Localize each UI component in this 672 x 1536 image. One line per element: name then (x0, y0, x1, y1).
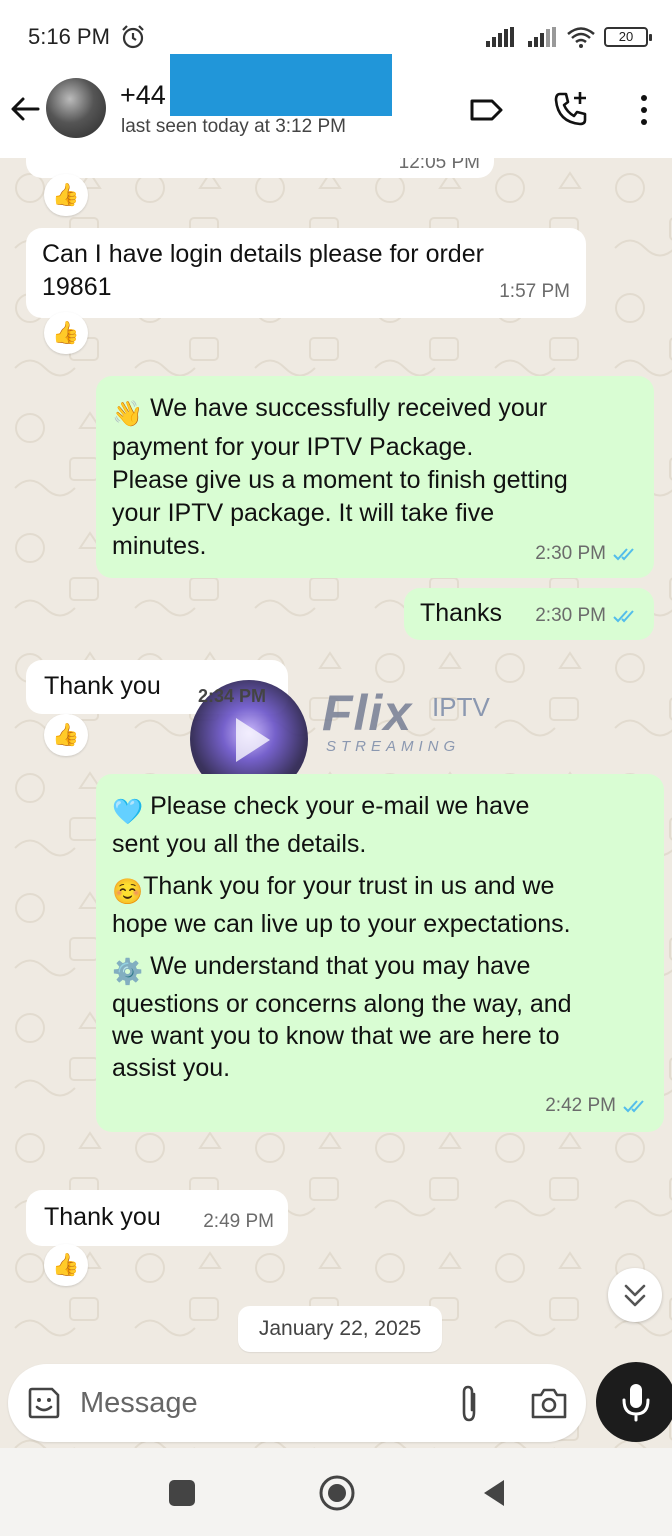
home-button[interactable] (318, 1474, 356, 1512)
chat-header: +44 last seen today at 3:12 PM (0, 54, 672, 158)
smiling-face-emoji: ☺️ (112, 878, 144, 906)
watermark-brand: Flix (322, 685, 413, 741)
chat-area[interactable]: 12:05 PM 👍 Can I have login details plea… (0, 158, 672, 1448)
message-time: 2:34 PM (198, 686, 267, 706)
scroll-to-bottom-button[interactable] (608, 1268, 662, 1322)
message-text: Please check your e-mail we have (150, 792, 530, 820)
message-time: 2:42 PM (545, 1095, 616, 1116)
message-text: 19861 (42, 273, 112, 301)
waving-hand-emoji: 👋 (112, 400, 144, 428)
system-navigation-bar (0, 1448, 672, 1536)
recents-button[interactable] (169, 1480, 195, 1506)
read-ticks-icon (623, 1100, 644, 1113)
back-arrow-icon[interactable] (8, 92, 42, 126)
message-time: 2:30 PM (535, 543, 606, 564)
message-text: we want you to know that we are here to (112, 1022, 560, 1050)
more-vert-icon[interactable] (634, 92, 654, 128)
date-separator: January 22, 2025 (238, 1306, 442, 1352)
message-text: Please give us a moment to finish gettin… (112, 466, 568, 494)
message-bubble-outgoing[interactable]: 🩵 Please check your e-mail we have sent … (96, 774, 664, 1132)
mic-icon (622, 1384, 650, 1422)
add-call-icon[interactable] (552, 90, 590, 128)
avatar[interactable] (46, 78, 106, 138)
message-text: Thank you (44, 1203, 161, 1231)
attach-icon[interactable] (452, 1382, 486, 1424)
message-text: payment for your IPTV Package. (112, 433, 474, 461)
message-text: Thank you (44, 672, 161, 700)
message-bubble-outgoing[interactable]: Thanks 2:30 PM (404, 588, 654, 640)
message-text: your IPTV package. It will take five (112, 499, 495, 527)
watermark-suffix: IPTV (432, 692, 490, 722)
status-time: 5:16 PM (28, 24, 110, 49)
battery-indicator: 20 (604, 27, 652, 47)
message-bubble-incoming[interactable]: 12:05 PM (26, 158, 494, 178)
reaction-thumbs-up[interactable]: 👍 (44, 714, 88, 756)
read-ticks-icon (613, 609, 634, 622)
message-bubble-outgoing[interactable]: 👋 We have successfully received your pay… (96, 376, 654, 578)
contact-name[interactable]: +44 (120, 80, 166, 111)
message-text: hope we can live up to your expectations… (112, 910, 571, 938)
alarm-icon (122, 25, 144, 49)
message-text: Thanks (420, 599, 502, 627)
message-composer (8, 1364, 586, 1442)
message-bubble-incoming[interactable]: Can I have login details please for orde… (26, 228, 586, 318)
message-time: 1:57 PM (499, 281, 570, 302)
signal-icon (486, 27, 514, 47)
status-indicators: 20 (486, 26, 652, 48)
message-bubble-incoming[interactable]: Thank you 2:49 PM (26, 1190, 288, 1246)
message-text: We understand that you may have (150, 952, 531, 980)
message-text: Thank you for your trust in us and we (143, 872, 555, 900)
label-icon[interactable] (468, 92, 504, 128)
signal-2-icon (528, 27, 556, 47)
redaction-box (170, 54, 392, 116)
back-triangle-icon[interactable] (480, 1478, 510, 1508)
read-ticks-icon (613, 547, 634, 560)
wifi-icon (567, 27, 595, 48)
message-time: 2:49 PM (203, 1211, 274, 1232)
message-text: sent you all the details. (112, 830, 367, 858)
gear-emoji: ⚙️ (112, 958, 144, 986)
message-input[interactable] (80, 1382, 430, 1424)
message-meta: 2:30 PM (535, 537, 640, 570)
last-seen-status: last seen today at 3:12 PM (121, 116, 346, 137)
reaction-thumbs-up[interactable]: 👍 (44, 174, 88, 216)
message-time: 2:30 PM (535, 605, 606, 626)
message-text: We have successfully received your (150, 394, 548, 422)
message-time: 12:05 PM (398, 158, 480, 173)
reaction-thumbs-up[interactable]: 👍 (44, 312, 88, 354)
message-meta: 2:30 PM (535, 599, 640, 632)
reaction-thumbs-up[interactable]: 👍 (44, 1244, 88, 1286)
camera-icon[interactable] (528, 1384, 570, 1422)
watermark-play-icon (236, 718, 270, 762)
voice-message-button[interactable] (596, 1362, 672, 1442)
message-meta: 2:42 PM (545, 1090, 650, 1122)
chevron-double-down-icon (624, 1284, 646, 1307)
message-text: Can I have login details please for orde… (42, 240, 484, 268)
light-blue-heart-emoji: 🩵 (112, 798, 144, 826)
emoji-icon[interactable] (24, 1383, 64, 1423)
message-text: questions or concerns along the way, and (112, 990, 572, 1018)
message-text: assist you. (112, 1054, 231, 1082)
watermark-tagline: STREAMING (326, 738, 461, 755)
